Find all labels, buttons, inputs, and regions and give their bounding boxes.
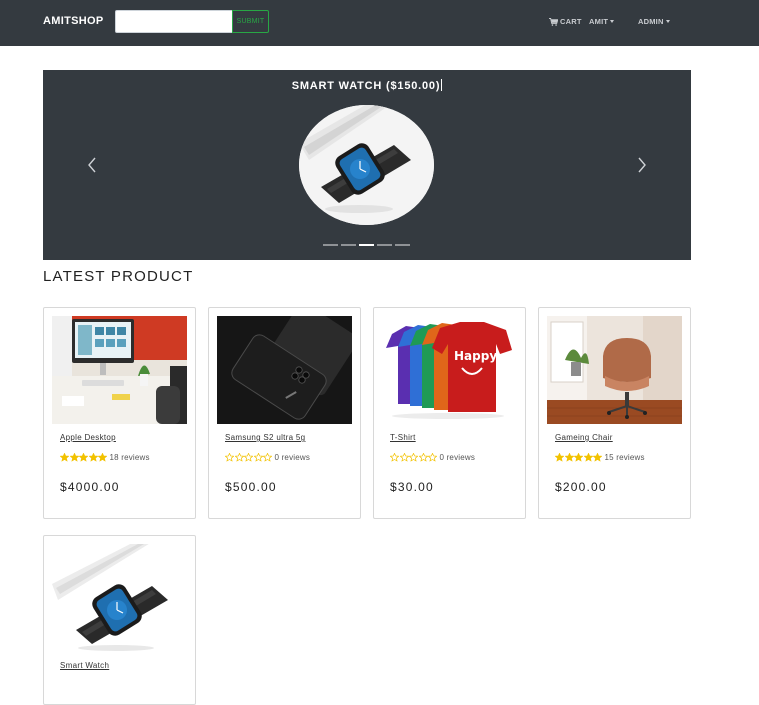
carousel-indicator[interactable]: [323, 244, 338, 246]
search-input[interactable]: [115, 10, 233, 33]
star-outline-icon: [253, 453, 263, 462]
product-name-link[interactable]: Smart Watch: [60, 661, 109, 670]
apple-desktop-image: [52, 316, 187, 424]
star-filled-icon: [69, 453, 79, 462]
star-filled-icon: [583, 453, 593, 462]
brand-logo[interactable]: AMITSHOP: [43, 15, 103, 27]
product-card[interactable]: Smart Watch: [43, 535, 196, 705]
product-name-link[interactable]: Gameing Chair: [555, 433, 613, 442]
product-name-link[interactable]: T-Shirt: [390, 433, 416, 442]
star-outline-icon: [225, 453, 234, 462]
star-outline-icon: [399, 453, 409, 462]
star-rating: [555, 453, 603, 462]
carousel-product-image[interactable]: [299, 105, 434, 225]
user-menu-dropdown[interactable]: AMIT: [589, 17, 615, 26]
star-filled-icon: [98, 453, 107, 462]
carousel-indicators: [323, 244, 410, 246]
smart-watch-image: [299, 105, 434, 225]
star-outline-icon: [409, 453, 418, 462]
product-image[interactable]: [547, 316, 682, 424]
product-image[interactable]: [52, 316, 187, 424]
review-count: 0 reviews: [274, 453, 311, 462]
gaming-chair-image: [547, 316, 682, 424]
product-price: $200.00: [555, 480, 607, 494]
star-filled-icon: [555, 453, 564, 462]
carousel-caption[interactable]: SMART WATCH ($150.00): [43, 79, 691, 92]
cart-label: CART: [560, 17, 582, 26]
section-title: LATEST PRODUCT: [43, 268, 194, 285]
cart-icon: [549, 17, 558, 26]
star-outline-icon: [234, 453, 244, 462]
product-image[interactable]: [52, 544, 187, 652]
product-rating: 0 reviews: [390, 453, 475, 462]
navbar: AMITSHOP SUBMIT CART AMIT ADMIN: [0, 0, 759, 46]
star-filled-icon: [564, 453, 574, 462]
carousel-indicator[interactable]: [377, 244, 392, 246]
carousel-caption-text: SMART WATCH ($150.00): [291, 80, 441, 92]
product-rating: 15 reviews: [555, 453, 645, 462]
star-filled-icon: [574, 453, 583, 462]
chevron-down-icon: [610, 20, 615, 23]
smart-watch-image: [52, 544, 187, 652]
carousel-indicator[interactable]: [341, 244, 356, 246]
star-filled-icon: [88, 453, 98, 462]
product-name-link[interactable]: Samsung S2 ultra 5g: [225, 433, 305, 442]
product-card[interactable]: Samsung S2 ultra 5g 0 reviews $500.00: [208, 307, 361, 519]
star-filled-icon: [60, 453, 69, 462]
product-image[interactable]: [217, 316, 352, 424]
product-carousel: SMART WATCH ($150.00): [43, 70, 691, 260]
product-price: $4000.00: [60, 480, 120, 494]
cart-link[interactable]: CART: [549, 17, 582, 26]
chevron-down-icon: [665, 20, 670, 23]
product-rating: 0 reviews: [225, 453, 310, 462]
product-image[interactable]: Happy: [382, 316, 517, 424]
star-rating: [225, 453, 273, 462]
product-card[interactable]: Happy T-Shirt 0 reviews $30.00: [373, 307, 526, 519]
samsung-phone-image: [217, 316, 352, 424]
text-cursor: [441, 79, 443, 91]
star-filled-icon: [79, 453, 88, 462]
product-price: $30.00: [390, 480, 434, 494]
star-rating: [60, 453, 108, 462]
user-menu-label: AMIT: [589, 17, 609, 26]
carousel-indicator[interactable]: [359, 244, 374, 246]
submit-button[interactable]: SUBMIT: [232, 10, 269, 33]
carousel-indicator[interactable]: [395, 244, 410, 246]
star-outline-icon: [263, 453, 272, 462]
carousel-next-button[interactable]: [635, 156, 649, 174]
star-rating: [390, 453, 438, 462]
product-name-link[interactable]: Apple Desktop: [60, 433, 116, 442]
admin-menu-dropdown[interactable]: ADMIN: [638, 17, 670, 26]
carousel-prev-button[interactable]: [85, 156, 99, 174]
star-outline-icon: [390, 453, 399, 462]
review-count: 15 reviews: [604, 453, 645, 462]
product-rating: 18 reviews: [60, 453, 150, 462]
product-card[interactable]: Apple Desktop 18 reviews $4000.00: [43, 307, 196, 519]
star-filled-icon: [593, 453, 602, 462]
svg-text:Happy: Happy: [454, 349, 497, 363]
review-count: 18 reviews: [109, 453, 150, 462]
tshirt-image: Happy: [382, 316, 517, 424]
product-card[interactable]: Gameing Chair 15 reviews $200.00: [538, 307, 691, 519]
product-price: $500.00: [225, 480, 277, 494]
star-outline-icon: [244, 453, 253, 462]
admin-menu-label: ADMIN: [638, 17, 664, 26]
star-outline-icon: [418, 453, 428, 462]
star-outline-icon: [428, 453, 437, 462]
review-count: 0 reviews: [439, 453, 476, 462]
